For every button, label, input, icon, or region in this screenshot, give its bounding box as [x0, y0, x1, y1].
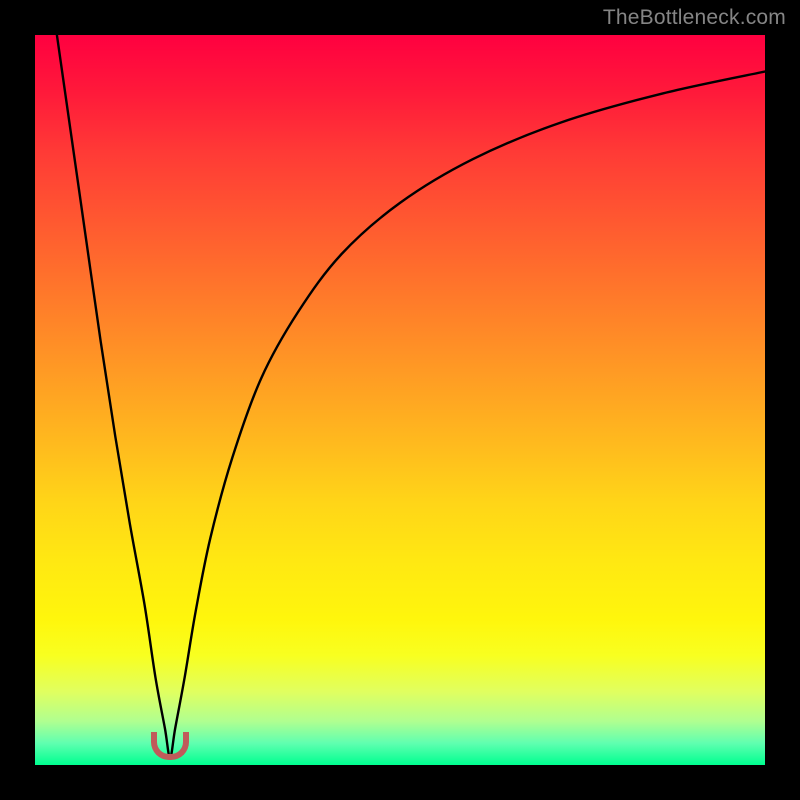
bottleneck-curve [35, 35, 765, 765]
chart-frame: TheBottleneck.com [0, 0, 800, 800]
plot-area [35, 35, 765, 765]
watermark-text: TheBottleneck.com [603, 6, 786, 30]
